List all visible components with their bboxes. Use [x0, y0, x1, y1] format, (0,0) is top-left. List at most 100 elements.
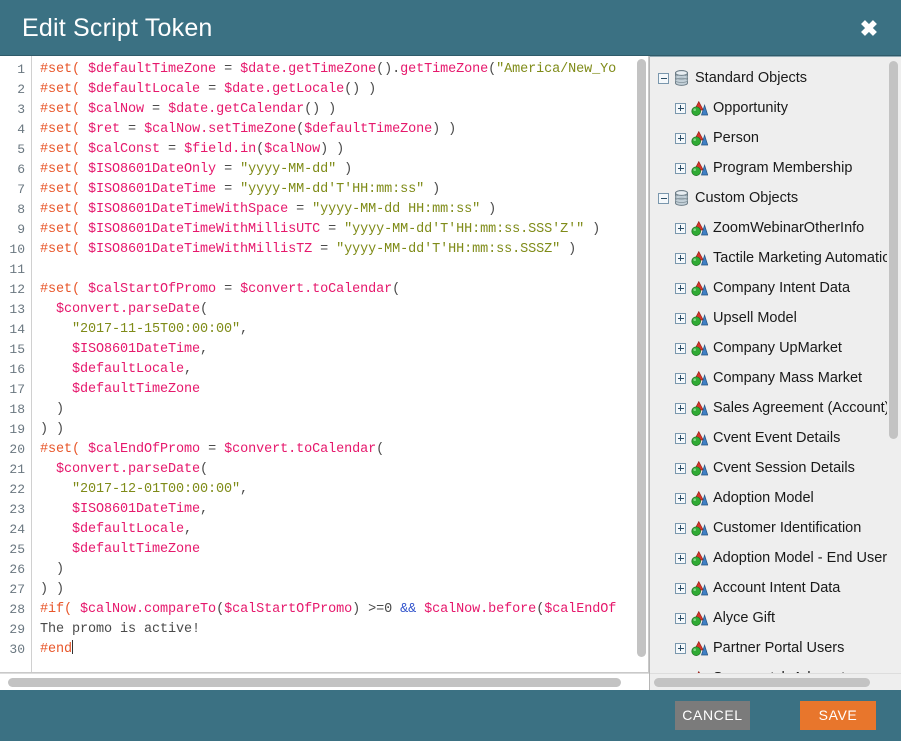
line-number: 14	[9, 322, 25, 337]
tree-object-node[interactable]: Upsell Model	[650, 303, 887, 333]
expand-plus-icon[interactable]	[675, 312, 686, 324]
code-token: "yyyy-MM-dd"	[240, 162, 337, 177]
expand-plus-icon[interactable]	[675, 102, 686, 114]
tree-object-node[interactable]: Saasquatch Advocate	[650, 663, 887, 673]
tree-object-node[interactable]: Cvent Session Details	[650, 453, 887, 483]
tree-object-node[interactable]: Cvent Event Details	[650, 423, 887, 453]
line-number: 27	[9, 582, 25, 597]
object-shapes-icon	[691, 340, 709, 356]
code-token: #end	[40, 642, 73, 657]
tree-node-label: Program Membership	[713, 160, 853, 176]
editor-vertical-scrollbar[interactable]	[635, 56, 648, 672]
object-shapes-icon	[691, 220, 709, 236]
tree-horizontal-scrollbar[interactable]	[650, 673, 901, 690]
code-token: $calNow.compareTo	[80, 602, 217, 617]
expand-plus-icon[interactable]	[675, 222, 686, 234]
tree-object-node[interactable]: Sales Agreement (Account)	[650, 393, 887, 423]
code-token: () )	[304, 102, 337, 117]
collapse-minus-icon[interactable]	[658, 72, 669, 84]
code-line: #set( $ISO8601DateOnly = "yyyy-MM-dd" )	[40, 160, 648, 180]
code-token: $defaultLocale	[72, 362, 185, 377]
tree-object-node[interactable]: Program Membership	[650, 153, 887, 183]
object-shapes-icon	[691, 640, 709, 656]
tree-object-node[interactable]: Company Intent Data	[650, 273, 887, 303]
code-text-area[interactable]: #set( $defaultTimeZone = $date.getTimeZo…	[32, 56, 648, 672]
code-token: $convert.parseDate	[56, 302, 201, 317]
code-token: =	[312, 242, 337, 257]
line-number: 18	[9, 402, 25, 417]
object-shapes-icon	[691, 130, 709, 146]
expand-plus-icon[interactable]	[675, 522, 686, 534]
code-token: =	[216, 282, 241, 297]
object-shapes-icon	[691, 160, 709, 176]
line-number-gutter: 1 2 3 4 5 6 7 8 9 10 11 12 13 14 15 16 17 18 19 20 21 22 23 24 2…	[0, 56, 32, 672]
code-line: $ISO8601DateTime,	[40, 500, 648, 520]
expand-plus-icon[interactable]	[675, 342, 686, 354]
code-token: &&	[400, 602, 417, 617]
tree-object-node[interactable]: Company UpMarket	[650, 333, 887, 363]
tree-object-node[interactable]: Company Mass Market	[650, 363, 887, 393]
code-token: ) >=0	[352, 602, 401, 617]
tree-object-node[interactable]: ZoomWebinarOtherInfo	[650, 213, 887, 243]
expand-plus-icon[interactable]	[675, 402, 686, 414]
expand-plus-icon[interactable]	[675, 552, 686, 564]
tree-object-node[interactable]: Person	[650, 123, 887, 153]
code-line: #set( $calNow = $date.getCalendar() )	[40, 100, 648, 120]
code-editor[interactable]: 1 2 3 4 5 6 7 8 9 10 11 12 13 14 15 16 17 18 19 20 21 22 23 24 2…	[0, 56, 649, 673]
code-token: #set(	[40, 282, 81, 297]
cancel-button[interactable]: CANCEL	[675, 701, 750, 730]
code-token: #set(	[40, 82, 81, 97]
expand-plus-icon[interactable]	[675, 432, 686, 444]
tree-object-node[interactable]: Account Intent Data	[650, 573, 887, 603]
line-number: 6	[17, 162, 25, 177]
expand-plus-icon[interactable]	[675, 252, 686, 264]
code-line: #set( $calStartOfPromo = $convert.toCale…	[40, 280, 648, 300]
tree-object-node[interactable]: Tactile Marketing Automation	[650, 243, 887, 273]
tree-group-node[interactable]: Custom Objects	[650, 183, 887, 213]
tree-object-node[interactable]: Adoption Model - End User	[650, 543, 887, 573]
tree-group-node[interactable]: Standard Objects	[650, 63, 887, 93]
code-token: (	[488, 62, 497, 77]
object-shapes-icon	[691, 580, 709, 596]
expand-plus-icon[interactable]	[675, 132, 686, 144]
collapse-minus-icon[interactable]	[658, 192, 669, 204]
line-number: 20	[9, 442, 25, 457]
expand-plus-icon[interactable]	[675, 642, 686, 654]
expand-plus-icon[interactable]	[675, 612, 686, 624]
line-number: 16	[9, 362, 25, 377]
code-line: #set( $ISO8601DateTimeWithMillisTZ = "yy…	[40, 240, 648, 260]
expand-plus-icon[interactable]	[675, 492, 686, 504]
editor-vertical-scrollbar-thumb[interactable]	[637, 59, 646, 657]
tree-vertical-scrollbar[interactable]	[887, 57, 900, 673]
code-line: $convert.parseDate(	[40, 460, 648, 480]
editor-horizontal-scrollbar-thumb[interactable]	[8, 678, 621, 687]
tree-object-node[interactable]: Adoption Model	[650, 483, 887, 513]
object-tree-panel: Standard Objects Opportunity Person Program…	[650, 56, 901, 673]
tree-vertical-scrollbar-thumb[interactable]	[889, 61, 898, 439]
expand-plus-icon[interactable]	[675, 162, 686, 174]
code-token: ,	[200, 342, 209, 357]
tree-object-node[interactable]: Customer Identification	[650, 513, 887, 543]
expand-plus-icon[interactable]	[675, 462, 686, 474]
object-shapes-icon	[691, 550, 709, 566]
tree-object-node[interactable]: Partner Portal Users	[650, 633, 887, 663]
editor-horizontal-scrollbar[interactable]	[0, 673, 649, 690]
code-token: () )	[344, 82, 377, 97]
tree-object-node[interactable]: Opportunity	[650, 93, 887, 123]
code-token: "yyyy-MM-dd'T'HH:mm:ss"	[240, 182, 425, 197]
save-button[interactable]: SAVE	[800, 701, 876, 730]
tree-object-node[interactable]: Alyce Gift	[650, 603, 887, 633]
expand-plus-icon[interactable]	[675, 582, 686, 594]
script-editor-column: 1 2 3 4 5 6 7 8 9 10 11 12 13 14 15 16 17 18 19 20 21 22 23 24 2…	[0, 56, 649, 690]
close-icon[interactable]: ✖	[857, 17, 881, 41]
tree-horizontal-scrollbar-thumb[interactable]	[654, 678, 870, 687]
expand-plus-icon[interactable]	[675, 282, 686, 294]
code-token: $ISO8601DateTime	[72, 502, 201, 517]
code-token: (	[256, 142, 265, 157]
expand-plus-icon[interactable]	[675, 372, 686, 384]
